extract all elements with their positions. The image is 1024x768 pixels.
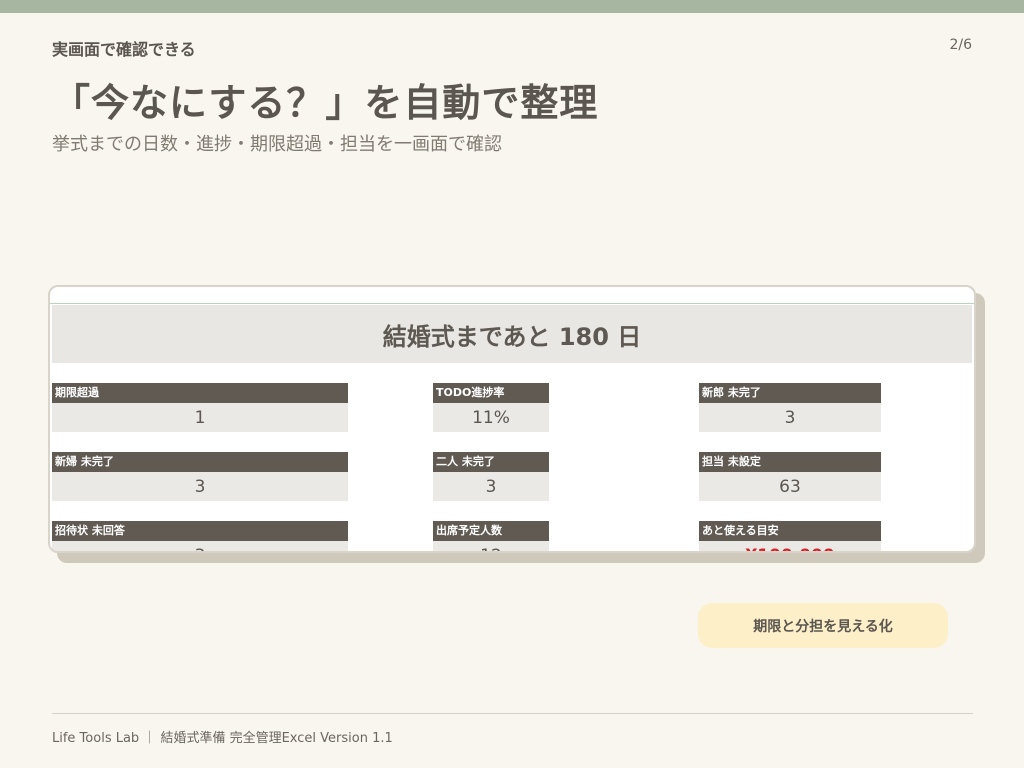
- kpi-card-attendees: 出席予定人数 12: [433, 521, 549, 551]
- kpi-card-groom-pending: 新郎 未完了 3: [699, 383, 881, 432]
- section-eyebrow: 実画面で確認できる: [52, 40, 196, 59]
- kpi-label: 担当 未設定: [699, 452, 881, 472]
- kpi-label: TODO進捗率: [433, 383, 549, 403]
- kpi-value: 3: [433, 472, 549, 501]
- kpi-value: 12: [433, 541, 549, 551]
- callout-pill: 期限と分担を見える化: [698, 603, 948, 648]
- kpi-card-unassigned: 担当 未設定 63: [699, 452, 881, 501]
- footer-divider: [52, 713, 973, 714]
- kpi-card-todo-progress: TODO進捗率 11%: [433, 383, 549, 432]
- kpi-value: 3: [52, 472, 348, 501]
- page-subtitle: 挙式までの日数・進捗・期限超過・担当を一画面で確認: [52, 134, 502, 155]
- kpi-card-rsvp-pending: 招待状 未回答 3: [52, 521, 348, 551]
- page-title: 「今なにする？」を自動で整理: [52, 81, 599, 125]
- kpi-card-both-pending: 二人 未完了 3: [433, 452, 549, 501]
- page-number: 2/6: [949, 37, 972, 53]
- kpi-label: 期限超過: [52, 383, 348, 403]
- kpi-label: 新郎 未完了: [699, 383, 881, 403]
- top-accent-bar: [0, 0, 1024, 13]
- screenshot-top-rule: [50, 303, 974, 304]
- kpi-value: ¥100,000: [699, 541, 881, 551]
- countdown-banner: 結婚式まであと 180 日: [52, 305, 972, 363]
- kpi-label: 招待状 未回答: [52, 521, 348, 541]
- kpi-label: 二人 未完了: [433, 452, 549, 472]
- kpi-label: 出席予定人数: [433, 521, 549, 541]
- kpi-label: 新婦 未完了: [52, 452, 348, 472]
- kpi-card-overdue: 期限超過 1: [52, 383, 348, 432]
- kpi-value: 11%: [433, 403, 549, 432]
- kpi-value: 3: [52, 541, 348, 551]
- kpi-value: 63: [699, 472, 881, 501]
- dashboard-screenshot: 結婚式まであと 180 日 期限超過 1 TODO進捗率 11% 新郎 未完了 …: [48, 285, 976, 553]
- footer-text: Life Tools Lab ｜ 結婚式準備 完全管理Excel Version…: [52, 731, 393, 746]
- kpi-card-budget-remaining: あと使える目安 ¥100,000: [699, 521, 881, 551]
- kpi-value: 1: [52, 403, 348, 432]
- kpi-value: 3: [699, 403, 881, 432]
- kpi-card-bride-pending: 新婦 未完了 3: [52, 452, 348, 501]
- kpi-label: あと使える目安: [699, 521, 881, 541]
